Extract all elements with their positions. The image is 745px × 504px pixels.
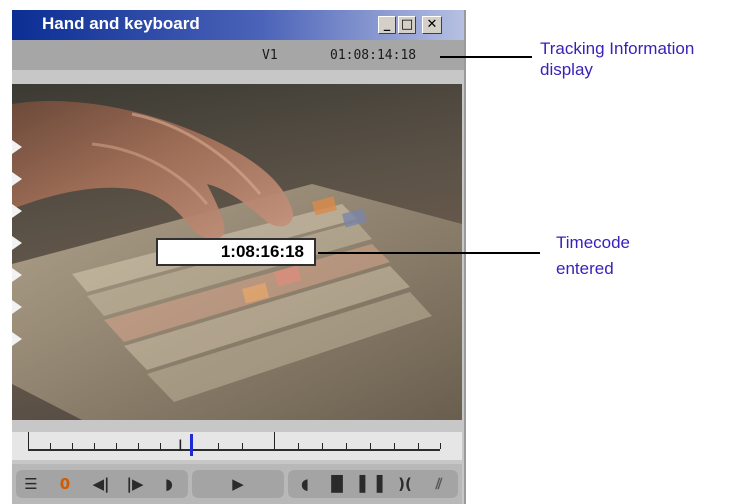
tracking-callout: Tracking Information display	[540, 38, 694, 80]
playhead[interactable]	[190, 434, 193, 456]
timecode-callout-line1: Timecode	[556, 233, 631, 252]
go-to-in-icon[interactable]: ◖	[290, 470, 320, 498]
timecode-callout: Timecode entered	[556, 230, 630, 282]
locator-marker[interactable]	[12, 268, 22, 282]
timecode-callout-line2: entered	[556, 259, 614, 278]
tick-mark	[440, 443, 441, 449]
window-title: Hand and keyboard	[42, 14, 200, 33]
tick-mark	[346, 443, 347, 449]
tick-mark	[298, 443, 299, 449]
tracking-info-display[interactable]: V1 01:08:14:18	[12, 40, 464, 70]
step-back-icon[interactable]: ◀|	[86, 470, 116, 498]
locator-marker[interactable]	[12, 332, 22, 346]
mark-in-icon[interactable]: ▐▌	[322, 470, 352, 498]
locator-marker[interactable]	[12, 172, 22, 186]
control-group-play: ▶	[192, 470, 284, 498]
play-icon[interactable]: ▶	[223, 470, 253, 498]
locator-marker[interactable]	[12, 300, 22, 314]
tick-mark	[218, 443, 219, 449]
mark-count[interactable]: 0	[50, 470, 80, 498]
tick-mark	[50, 443, 51, 449]
text-cursor-icon: I	[178, 436, 183, 455]
minimize-button[interactable]: _	[378, 16, 396, 34]
monitor-window: Hand and keyboard _ □ ✕ V1 01:08:14:18 1…	[12, 10, 466, 504]
tracking-callout-line2: display	[540, 60, 593, 79]
tick-mark	[418, 443, 419, 449]
tick-mark	[394, 443, 395, 449]
tick-mark	[160, 443, 161, 449]
locator-marker[interactable]	[12, 204, 22, 218]
tracking-callout-line1: Tracking Information	[540, 39, 695, 58]
tick-mark	[322, 443, 323, 449]
tick-mark	[242, 443, 243, 449]
mark-out-box-icon[interactable]: ▌▐	[356, 470, 386, 498]
tick-mark	[94, 443, 95, 449]
maximize-button[interactable]: □	[398, 16, 416, 34]
tick-mark	[72, 443, 73, 449]
transport-controls: ☰ 0 ◀| |▶ ◗ ▶ ◖ ▐▌ ▌▐ )( ⫽	[12, 464, 462, 504]
title-bar[interactable]: Hand and keyboard _ □ ✕	[12, 10, 464, 40]
position-bar[interactable]: I	[12, 432, 462, 460]
tick-mark	[274, 432, 275, 449]
tick-mark	[28, 432, 29, 449]
timecode-callout-line	[318, 252, 540, 254]
timecode-entry-field[interactable]: 1:08:16:18	[156, 238, 316, 266]
tracking-timecode: 01:08:14:18	[330, 48, 417, 63]
locator-marker[interactable]	[12, 236, 22, 250]
clear-marks-icon[interactable]: )(	[390, 470, 420, 498]
clip-list-icon[interactable]: ☰	[16, 470, 46, 498]
tick-mark	[116, 443, 117, 449]
track-label: V1	[262, 48, 278, 63]
mark-out-icon[interactable]: ◗	[154, 470, 184, 498]
tracking-callout-line	[440, 56, 532, 58]
position-bar-track	[28, 449, 440, 451]
locator-marker[interactable]	[12, 140, 22, 154]
close-button[interactable]: ✕	[422, 16, 442, 34]
wipe-icon[interactable]: ⫽	[424, 470, 454, 498]
control-group-right: ◖ ▐▌ ▌▐ )( ⫽	[288, 470, 458, 498]
step-forward-icon[interactable]: |▶	[120, 470, 150, 498]
tick-mark	[370, 443, 371, 449]
tick-mark	[138, 443, 139, 449]
control-group-left: ☰ 0 ◀| |▶ ◗	[16, 470, 188, 498]
